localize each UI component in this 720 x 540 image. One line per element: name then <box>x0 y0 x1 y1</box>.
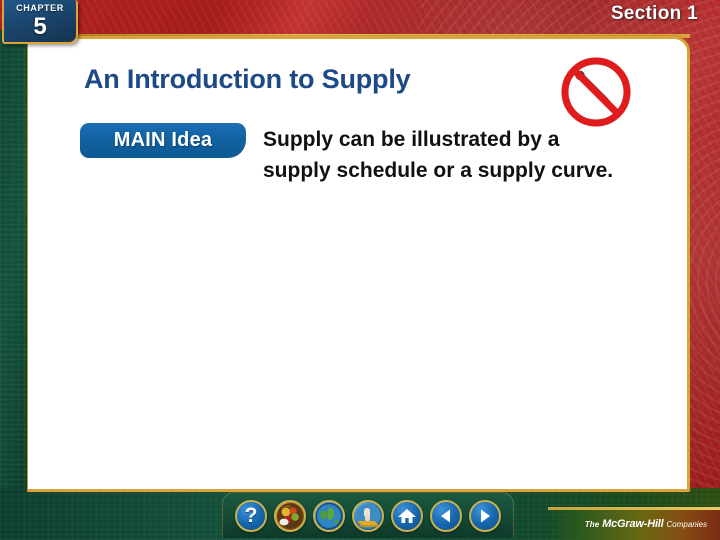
footer-gold-line <box>548 507 720 510</box>
home-icon <box>397 506 417 526</box>
section-label: Section 1 <box>610 3 698 24</box>
next-button[interactable] <box>469 499 501 532</box>
main-idea-text: Supply can be illustrated by a supply sc… <box>263 128 614 182</box>
arrow-left-icon <box>437 507 455 525</box>
no-pen-prohibition-icon <box>557 53 635 131</box>
main-idea-badge-label: MAIN Idea <box>113 129 213 151</box>
chapter-tab: CHAPTER 5 <box>2 0 78 44</box>
chapter-number: 5 <box>33 13 47 40</box>
arrow-right-icon <box>476 507 494 525</box>
logo-the: The <box>584 520 600 529</box>
food-basket-icon <box>277 502 303 529</box>
gold-bar-hand-icon <box>355 503 381 529</box>
slide-root: Section 1 CHAPTER 5 An Introduction to S… <box>0 0 720 540</box>
resources-button[interactable] <box>274 499 306 532</box>
help-button[interactable]: ? <box>235 499 267 532</box>
navigation-toolbar: ? <box>222 492 514 538</box>
main-idea-badge: MAIN Idea <box>80 123 246 158</box>
question-mark-icon: ? <box>244 504 258 527</box>
previous-button[interactable] <box>430 499 462 532</box>
mcgraw-hill-logo: The McGraw-Hill Companies <box>579 517 714 534</box>
logo-mcgraw-hill: McGraw-Hill <box>602 518 664 530</box>
logo-companies: Companies <box>666 520 707 529</box>
home-button[interactable] <box>391 499 423 532</box>
activity-button[interactable] <box>352 499 384 532</box>
page-title: An Introduction to Supply <box>84 64 411 94</box>
green-left-border <box>0 30 28 540</box>
globe-icon <box>316 502 342 529</box>
globe-button[interactable] <box>313 499 345 532</box>
